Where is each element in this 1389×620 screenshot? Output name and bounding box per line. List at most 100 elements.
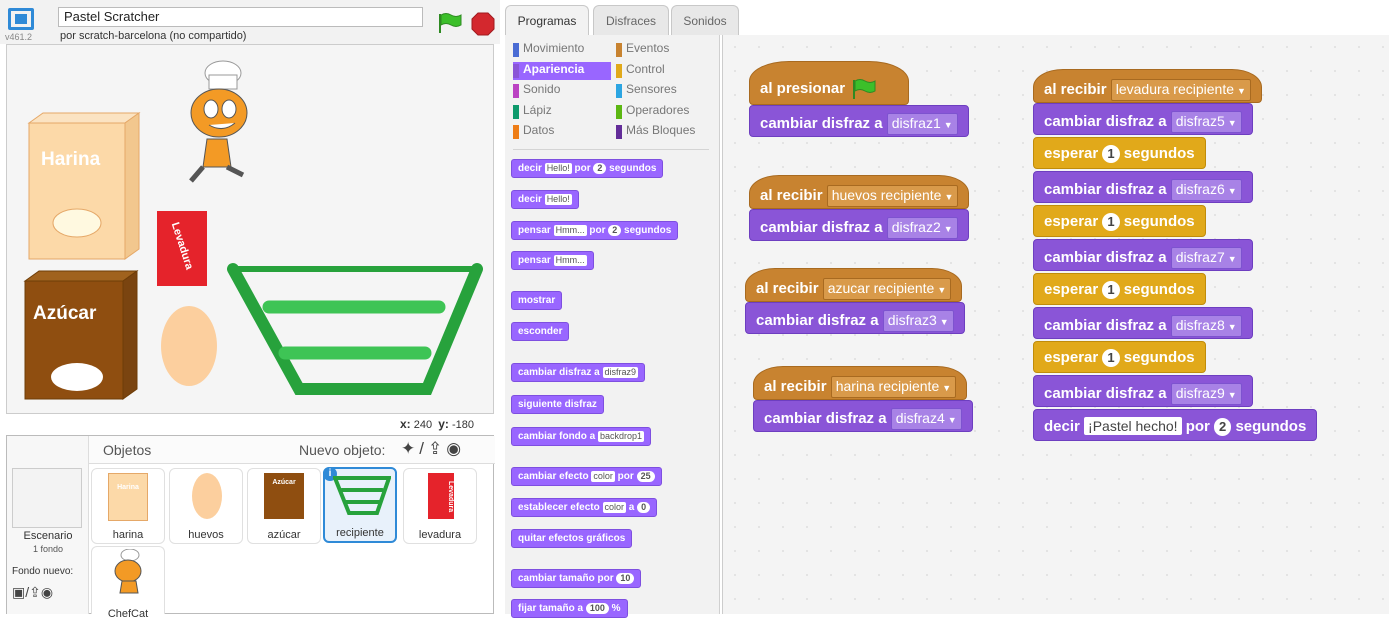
category-label: Más Bloques (626, 123, 696, 137)
project-byline: por scratch-barcelona (no compartido) (60, 30, 247, 42)
harina-sprite[interactable] (25, 111, 145, 261)
sprite-tile-azucar[interactable]: Azúcar azúcar (247, 468, 321, 544)
palette-think-for-secs[interactable]: pensar Hmm... por 2 segundos (511, 221, 679, 240)
tab-programas[interactable]: Programas (505, 5, 589, 35)
category-movimiento[interactable]: Movimiento (513, 41, 611, 59)
switch-costume-block[interactable]: cambiar disfraz a disfraz3 ▼ (745, 302, 965, 334)
huevos-sprite[interactable] (161, 306, 217, 386)
category-swatch (513, 104, 519, 119)
palette-change-effect[interactable]: cambiar efecto color por 25 (511, 467, 662, 486)
stage-canvas[interactable]: Harina Azúcar Levadura (6, 44, 494, 414)
category-datos[interactable]: Datos (513, 123, 611, 141)
switch-costume-block[interactable]: cambiar disfraz a disfraz7 ▼ (1033, 239, 1253, 271)
palette-switch-costume[interactable]: cambiar disfraz a disfraz9 (511, 363, 646, 382)
green-flag-icon[interactable] (437, 12, 463, 34)
project-title-input[interactable]: Pastel Scratcher (58, 7, 423, 27)
palette-clear-effects[interactable]: quitar efectos gráficos (511, 529, 633, 548)
category-swatch (513, 63, 519, 78)
palette-say[interactable]: decir Hello! (511, 190, 579, 209)
category-operadores[interactable]: Operadores (616, 103, 714, 121)
palette-change-size[interactable]: cambiar tamaño por 10 (511, 569, 642, 588)
palette-switch-backdrop[interactable]: cambiar fondo a backdrop1 (511, 427, 652, 446)
sprites-title: Objetos (103, 442, 152, 458)
category-label: Operadores (626, 102, 690, 117)
chefcat-sprite[interactable] (173, 59, 263, 189)
sprite-label: ChefCat (107, 608, 149, 620)
category-msbloques[interactable]: Más Bloques (616, 123, 714, 141)
category-swatch (616, 104, 622, 119)
x-value: 240 (413, 419, 433, 431)
version-label: v461.2 (5, 32, 33, 42)
library-sprite-icon[interactable]: ✦ (401, 439, 419, 458)
palette-next-costume[interactable]: siguiente disfraz (511, 395, 604, 414)
when-receive-block[interactable]: al recibir huevos recipiente ▼ (749, 175, 970, 209)
wait-block[interactable]: esperar 1 segundos (1033, 341, 1206, 373)
category-label: Eventos (626, 41, 670, 55)
category-control[interactable]: Control (616, 62, 714, 80)
wait-block[interactable]: esperar 1 segundos (1033, 137, 1206, 169)
mouse-coordinates: x: 240 y: -180 (400, 417, 474, 431)
upload-backdrop-icon[interactable]: ⇪ (29, 584, 41, 600)
recipiente-sprite[interactable] (227, 261, 483, 401)
sprite-tile-chefcat[interactable]: ChefCat (91, 546, 165, 620)
divider (513, 149, 709, 150)
when-flag-clicked-block[interactable]: al presionar (749, 61, 909, 105)
category-eventos[interactable]: Eventos (616, 41, 714, 59)
say-for-secs-block[interactable]: decir ¡Pastel hecho! por 2 segundos (1033, 409, 1318, 441)
y-value: -180 (451, 419, 474, 431)
sprite-label: azúcar (267, 529, 301, 541)
category-label: Sensores (626, 82, 677, 96)
azucar-sprite[interactable] (21, 269, 141, 401)
category-sonido[interactable]: Sonido (513, 82, 611, 100)
block-palette: Movimiento Eventos Apariencia Control Sonido… (505, 35, 720, 618)
stage-thumbnail[interactable] (12, 468, 82, 528)
switch-costume-block[interactable]: cambiar disfraz a disfraz5 ▼ (1033, 103, 1253, 135)
stop-icon[interactable] (471, 12, 495, 36)
category-label: Movimiento (523, 41, 585, 55)
when-receive-block[interactable]: al recibir harina recipiente ▼ (753, 366, 968, 400)
category-lpiz[interactable]: Lápiz (513, 103, 611, 121)
fullscreen-icon[interactable] (8, 8, 34, 30)
switch-costume-block[interactable]: cambiar disfraz a disfraz2 ▼ (749, 209, 969, 241)
palette-show[interactable]: mostrar (511, 291, 563, 310)
tile-chefcat-thumb (114, 549, 142, 594)
category-apariencia[interactable]: Apariencia (513, 61, 611, 80)
wait-block[interactable]: esperar 1 segundos (1033, 205, 1206, 237)
sprite-tile-recipiente[interactable]: i recipiente (323, 467, 397, 543)
switch-costume-block[interactable]: cambiar disfraz a disfraz1 ▼ (749, 105, 969, 137)
category-swatch (513, 125, 519, 139)
stage-column: Escenario 1 fondo Fondo nuevo: ▣/⇪◉ (7, 436, 89, 614)
palette-set-size[interactable]: fijar tamaño a 100 % (511, 599, 628, 618)
camera-sprite-icon[interactable]: ◉ (446, 439, 465, 458)
paint-sprite-icon[interactable]: / (419, 439, 428, 458)
palette-set-effect[interactable]: establecer efecto color a 0 (511, 498, 658, 517)
tile-huevos-thumb (192, 473, 222, 519)
sprite-tile-levadura[interactable]: Levadura levadura (403, 468, 477, 544)
green-flag-icon (853, 79, 876, 99)
palette-think[interactable]: pensar Hmm... (511, 251, 594, 270)
palette-hide[interactable]: esconder (511, 322, 570, 341)
switch-costume-block[interactable]: cambiar disfraz a disfraz6 ▼ (1033, 171, 1253, 203)
when-receive-block[interactable]: al recibir levadura recipiente ▼ (1033, 69, 1262, 103)
switch-costume-block[interactable]: cambiar disfraz a disfraz4 ▼ (753, 400, 973, 432)
when-receive-block[interactable]: al recibir azucar recipiente ▼ (745, 268, 963, 302)
tab-disfraces[interactable]: Disfraces (593, 5, 669, 35)
tile-harina-thumb: Harina (108, 473, 148, 521)
sprite-tile-huevos[interactable]: huevos (169, 468, 243, 544)
wait-block[interactable]: esperar 1 segundos (1033, 273, 1206, 305)
category-swatch (616, 84, 622, 98)
scripts-area[interactable]: al presionar cambiar disfraz a disfraz1 ▼… (722, 35, 1389, 614)
switch-costume-block[interactable]: cambiar disfraz a disfraz9 ▼ (1033, 375, 1253, 407)
palette-say-for-secs[interactable]: decir Hello! por 2 segundos (511, 159, 664, 178)
upload-sprite-icon[interactable]: ⇪ (428, 439, 446, 458)
tile-levadura-thumb: Levadura (428, 473, 454, 519)
backdrop-tools: ▣/⇪◉ (12, 584, 54, 600)
sprites-header: Objetos Nuevo objeto: ✦/⇪◉ (89, 436, 495, 464)
tab-sonidos[interactable]: Sonidos (671, 5, 739, 35)
camera-backdrop-icon[interactable]: ◉ (41, 584, 53, 600)
sprite-tile-harina[interactable]: Harina harina (91, 468, 165, 544)
switch-costume-block[interactable]: cambiar disfraz a disfraz8 ▼ (1033, 307, 1253, 339)
paint-backdrop-icon[interactable]: ▣ (12, 584, 25, 600)
category-sensores[interactable]: Sensores (616, 82, 714, 100)
sprites-panel: Escenario 1 fondo Fondo nuevo: ▣/⇪◉ Obje… (6, 435, 495, 620)
